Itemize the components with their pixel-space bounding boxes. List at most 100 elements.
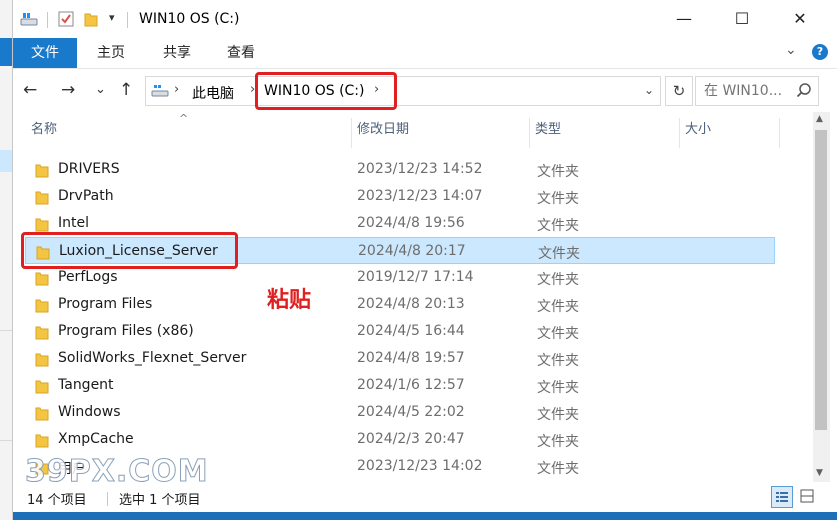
minimize-button[interactable]: —: [661, 0, 707, 38]
scroll-up-icon[interactable]: ▲: [816, 114, 823, 124]
background-selection-edge: [0, 150, 12, 172]
paste-annotation: 粘贴: [267, 288, 312, 313]
file-type: 文件夹: [537, 191, 579, 207]
tab-view[interactable]: 查看: [215, 38, 267, 68]
selected-count: 选中 1 个项目: [119, 493, 201, 508]
file-name: DRIVERS: [58, 161, 120, 177]
file-type: 文件夹: [537, 299, 579, 315]
tab-share[interactable]: 共享: [151, 38, 203, 68]
file-type: 文件夹: [537, 272, 579, 288]
table-row[interactable]: Program Files (x86) 2024/4/5 16:44 文件夹: [25, 318, 775, 345]
table-row[interactable]: SolidWorks_Flexnet_Server 2024/4/8 19:57…: [25, 345, 775, 372]
file-name: DrvPath: [58, 188, 114, 204]
navigation-bar: ← → ⌄ ↑ › 此电脑 › WIN10 OS (C:) › ⌄ ↻: [13, 68, 837, 112]
check-icon[interactable]: [57, 10, 75, 28]
drive-icon[interactable]: [19, 10, 39, 28]
quick-access-dropdown-icon[interactable]: ▾: [109, 11, 115, 24]
folder-icon: [35, 218, 49, 232]
folder-icon: [35, 380, 49, 394]
folder-icon[interactable]: [83, 10, 99, 28]
file-date: 2023/12/23 14:02: [357, 458, 483, 474]
file-type: 文件夹: [537, 353, 579, 369]
back-button[interactable]: ←: [23, 80, 37, 100]
separator: [127, 12, 128, 28]
search-box[interactable]: [695, 76, 819, 106]
file-date: 2024/4/5 22:02: [357, 404, 465, 420]
file-name: Intel: [58, 215, 89, 231]
folder-icon: [35, 407, 49, 421]
file-name: Windows: [58, 404, 121, 420]
folder-icon: [35, 272, 49, 286]
ribbon-expand-icon[interactable]: ⌄: [785, 42, 797, 58]
window-title: WIN10 OS (C:): [139, 11, 240, 27]
tab-home[interactable]: 主页: [85, 38, 137, 68]
folder-icon: [35, 191, 49, 205]
column-type[interactable]: 类型: [529, 112, 679, 148]
folder-icon: [35, 326, 49, 340]
file-date: 2023/12/23 14:07: [357, 188, 483, 204]
file-type: 文件夹: [538, 246, 580, 262]
column-header: ^ 名称 修改日期 类型 大小: [13, 112, 813, 148]
search-icon[interactable]: [796, 82, 812, 98]
file-type: 文件夹: [537, 434, 579, 450]
forward-button[interactable]: →: [61, 80, 75, 100]
refresh-icon[interactable]: ↻: [665, 76, 693, 106]
separator: [47, 12, 48, 28]
table-row[interactable]: DRIVERS 2023/12/23 14:52 文件夹: [25, 156, 775, 183]
up-button[interactable]: ↑: [119, 80, 133, 100]
folder-icon: [35, 299, 49, 313]
maximize-button[interactable]: ☐: [719, 0, 765, 38]
file-type: 文件夹: [537, 164, 579, 180]
file-type: 文件夹: [537, 218, 579, 234]
table-row[interactable]: XmpCache 2024/2/3 20:47 文件夹: [25, 426, 775, 453]
file-name: PerfLogs: [58, 269, 118, 285]
table-row[interactable]: Tangent 2024/1/6 12:57 文件夹: [25, 372, 775, 399]
tiles-view-button[interactable]: [797, 486, 819, 508]
table-row[interactable]: Program Files 2024/4/8 20:13 文件夹: [25, 291, 775, 318]
column-name[interactable]: 名称: [25, 112, 355, 148]
recent-locations-button[interactable]: ⌄: [95, 82, 106, 97]
file-date: 2023/12/23 14:52: [357, 161, 483, 177]
file-type: 文件夹: [537, 461, 579, 477]
folder-icon: [35, 164, 49, 178]
table-row[interactable]: Windows 2024/4/5 22:02 文件夹: [25, 399, 775, 426]
file-type: 文件夹: [537, 326, 579, 342]
help-icon[interactable]: ?: [812, 44, 828, 60]
address-history-dropdown-icon[interactable]: ⌄: [644, 83, 654, 97]
column-divider[interactable]: [779, 118, 780, 148]
file-type: 文件夹: [537, 380, 579, 396]
column-date-modified[interactable]: 修改日期: [351, 112, 529, 148]
file-name: XmpCache: [58, 431, 134, 447]
file-date: 2024/4/8 20:17: [358, 243, 466, 259]
tiles-view-icon: [800, 489, 814, 503]
address-bar[interactable]: › 此电脑 › WIN10 OS (C:) › ⌄: [145, 76, 661, 106]
breadcrumb-separator-icon[interactable]: ›: [174, 82, 179, 97]
breadcrumb-this-pc[interactable]: 此电脑: [192, 83, 234, 103]
background-ribbon-edge: [0, 38, 12, 66]
file-name: SolidWorks_Flexnet_Server: [58, 350, 247, 366]
table-row[interactable]: DrvPath 2023/12/23 14:07 文件夹: [25, 183, 775, 210]
vertical-scrollbar[interactable]: ▲ ▼: [813, 112, 830, 482]
file-date: 2024/4/8 20:13: [357, 296, 465, 312]
search-input[interactable]: [704, 83, 792, 99]
status-separator: [107, 492, 108, 506]
file-date: 2024/2/3 20:47: [357, 431, 465, 447]
tab-file[interactable]: 文件: [13, 38, 77, 68]
details-view-button[interactable]: [771, 486, 793, 508]
ribbon-tabs: 文件 主页 共享 查看 ⌄ ?: [13, 38, 837, 69]
this-pc-icon: [151, 85, 169, 97]
title-bar: ▾ WIN10 OS (C:) — ☐ ✕: [13, 0, 837, 38]
column-size[interactable]: 大小: [679, 112, 779, 148]
file-date: 2024/4/5 16:44: [357, 323, 465, 339]
file-explorer-window: ▾ WIN10 OS (C:) — ☐ ✕ 文件 主页 共享 查看 ⌄ ? ← …: [12, 0, 837, 512]
close-button[interactable]: ✕: [777, 0, 823, 38]
background-divider: [0, 330, 12, 331]
file-date: 2024/1/6 12:57: [357, 377, 465, 393]
file-name: Program Files (x86): [58, 323, 194, 339]
background-divider: [0, 440, 12, 441]
scrollbar-thumb[interactable]: [815, 130, 827, 430]
file-date: 2024/4/8 19:56: [357, 215, 465, 231]
scroll-down-icon[interactable]: ▼: [816, 468, 823, 478]
file-date: 2019/12/7 17:14: [357, 269, 474, 285]
selected-name-highlight-box: [21, 232, 238, 269]
